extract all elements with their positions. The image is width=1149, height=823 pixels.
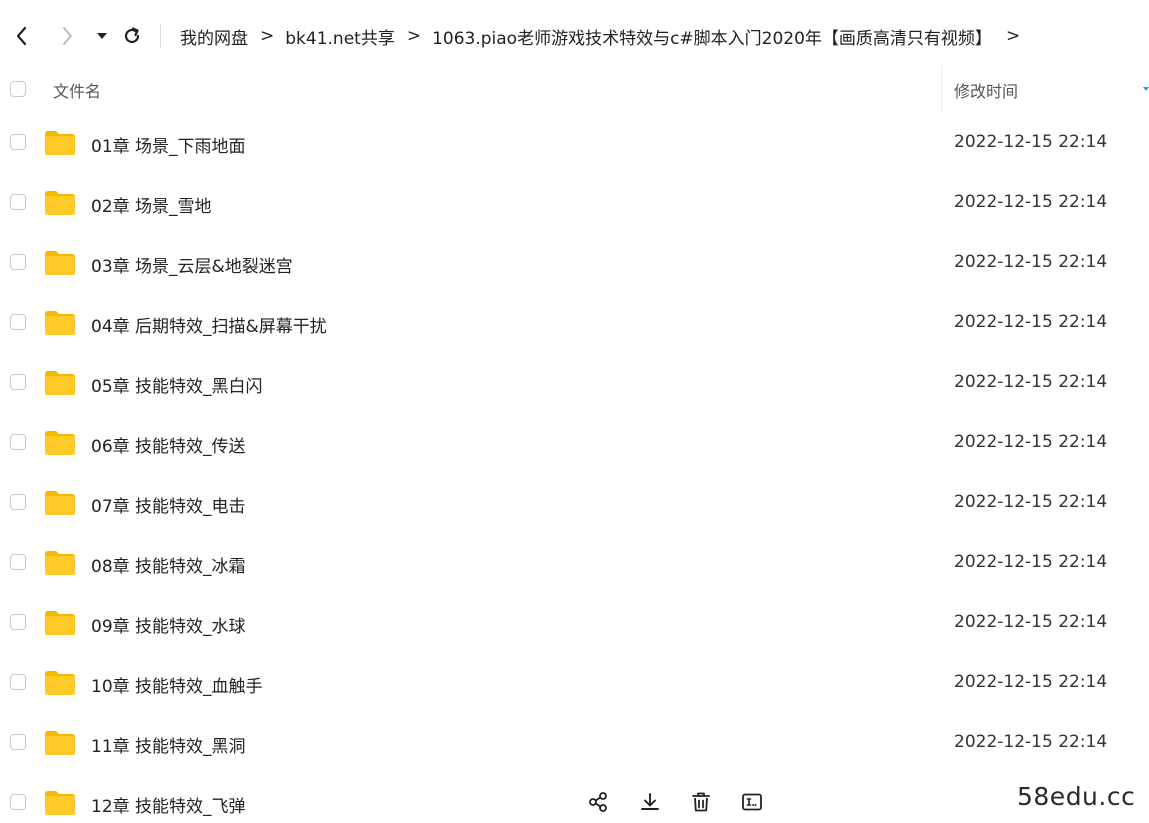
table-row[interactable]: 04章 后期特效_扫描&屏幕干扰 2022-12-15 22:14 xyxy=(0,293,1149,353)
file-modified-time: 2022-12-15 22:14 xyxy=(954,552,1108,572)
row-action-toolbar xyxy=(585,788,789,816)
file-modified-time: 2022-12-15 22:14 xyxy=(954,312,1108,332)
table-row[interactable]: 02章 场景_雪地 2022-12-15 22:14 xyxy=(0,173,1149,233)
folder-icon xyxy=(45,251,75,275)
file-modified-time: 2022-12-15 22:14 xyxy=(954,492,1108,512)
chevron-right-icon xyxy=(63,27,72,45)
folder-icon xyxy=(45,791,75,815)
folder-icon xyxy=(45,731,75,755)
row-checkbox[interactable] xyxy=(10,134,26,150)
table-row[interactable]: 05章 技能特效_黑白闪 2022-12-15 22:14 xyxy=(0,353,1149,413)
row-checkbox[interactable] xyxy=(10,314,26,330)
file-name[interactable]: 05章 技能特效_黑白闪 xyxy=(91,372,263,397)
file-list: 01章 场景_下雨地面 2022-12-15 22:14 02章 场景_雪地 2… xyxy=(0,113,1149,823)
caret-down-icon xyxy=(97,33,107,39)
rename-icon xyxy=(742,793,762,811)
table-row[interactable]: 01章 场景_下雨地面 2022-12-15 22:14 xyxy=(0,113,1149,173)
watermark-text: 58edu.cc xyxy=(1017,782,1136,811)
refresh-button[interactable] xyxy=(118,22,146,50)
folder-icon xyxy=(45,131,75,155)
file-name[interactable]: 02章 场景_雪地 xyxy=(91,192,212,217)
row-checkbox[interactable] xyxy=(10,374,26,390)
file-name[interactable]: 10章 技能特效_血触手 xyxy=(91,672,263,697)
table-row[interactable]: 12章 技能特效_飞弹 xyxy=(0,773,1149,823)
file-name[interactable]: 04章 后期特效_扫描&屏幕干扰 xyxy=(91,312,327,337)
file-name[interactable]: 11章 技能特效_黑洞 xyxy=(91,732,246,757)
table-header: 文件名 修改时间 xyxy=(0,62,1149,116)
delete-button[interactable] xyxy=(687,788,715,816)
row-checkbox[interactable] xyxy=(10,554,26,570)
breadcrumb-separator: > xyxy=(406,26,422,46)
file-name[interactable]: 03章 场景_云层&地裂迷宫 xyxy=(91,252,293,277)
table-row[interactable]: 08章 技能特效_冰霜 2022-12-15 22:14 xyxy=(0,533,1149,593)
row-checkbox[interactable] xyxy=(10,194,26,210)
file-modified-time: 2022-12-15 22:14 xyxy=(954,372,1108,392)
history-dropdown-button[interactable] xyxy=(88,22,116,50)
column-divider[interactable] xyxy=(941,66,942,112)
sort-indicator-icon[interactable] xyxy=(1143,86,1149,92)
file-browser: 我的网盘 > bk41.net共享 > 1063.piao老师游戏技术特效与c#… xyxy=(0,0,1149,823)
row-checkbox[interactable] xyxy=(10,614,26,630)
row-checkbox[interactable] xyxy=(10,434,26,450)
table-row[interactable]: 07章 技能特效_电击 2022-12-15 22:14 xyxy=(0,473,1149,533)
file-name[interactable]: 06章 技能特效_传送 xyxy=(91,432,246,457)
file-modified-time: 2022-12-15 22:14 xyxy=(954,672,1108,692)
table-row[interactable]: 10章 技能特效_血触手 2022-12-15 22:14 xyxy=(0,653,1149,713)
folder-icon xyxy=(45,671,75,695)
row-checkbox[interactable] xyxy=(10,674,26,690)
rename-button[interactable] xyxy=(738,788,766,816)
forward-button[interactable] xyxy=(53,22,81,50)
table-row[interactable]: 11章 技能特效_黑洞 2022-12-15 22:14 xyxy=(0,713,1149,773)
file-name[interactable]: 08章 技能特效_冰霜 xyxy=(91,552,246,577)
table-row[interactable]: 09章 技能特效_水球 2022-12-15 22:14 xyxy=(0,593,1149,653)
breadcrumb-separator: > xyxy=(1005,26,1021,46)
breadcrumb-separator: > xyxy=(260,26,275,46)
row-checkbox[interactable] xyxy=(10,254,26,270)
file-modified-time: 2022-12-15 22:14 xyxy=(954,252,1108,272)
back-button[interactable] xyxy=(8,22,36,50)
folder-icon xyxy=(45,191,75,215)
chevron-left-icon xyxy=(16,26,27,46)
delete-icon xyxy=(692,792,710,812)
column-header-modified[interactable]: 修改时间 xyxy=(954,78,1018,102)
file-modified-time: 2022-12-15 22:14 xyxy=(954,432,1108,452)
select-all-checkbox[interactable] xyxy=(10,81,26,97)
breadcrumb-item-current[interactable]: 1063.piao老师游戏技术特效与c#脚本入门2020年【画质高清只有视频】 xyxy=(432,24,992,49)
file-modified-time: 2022-12-15 22:14 xyxy=(954,732,1108,752)
download-button[interactable] xyxy=(636,788,664,816)
column-header-name[interactable]: 文件名 xyxy=(53,78,101,102)
share-button[interactable] xyxy=(585,788,613,816)
row-checkbox[interactable] xyxy=(10,734,26,750)
file-modified-time: 2022-12-15 22:14 xyxy=(954,612,1108,632)
refresh-icon xyxy=(124,27,140,44)
file-name[interactable]: 09章 技能特效_水球 xyxy=(91,612,246,637)
folder-icon xyxy=(45,311,75,335)
file-name[interactable]: 12章 技能特效_飞弹 xyxy=(91,792,246,817)
breadcrumb: 我的网盘 > bk41.net共享 > 1063.piao老师游戏技术特效与c#… xyxy=(180,22,1031,50)
file-modified-time: 2022-12-15 22:14 xyxy=(954,132,1108,152)
file-name[interactable]: 07章 技能特效_电击 xyxy=(91,492,246,517)
table-row[interactable]: 06章 技能特效_传送 2022-12-15 22:14 xyxy=(0,413,1149,473)
share-icon xyxy=(589,792,607,812)
folder-icon xyxy=(45,431,75,455)
folder-icon xyxy=(45,551,75,575)
folder-icon xyxy=(45,371,75,395)
table-row[interactable]: 03章 场景_云层&地裂迷宫 2022-12-15 22:14 xyxy=(0,233,1149,293)
breadcrumb-item-shared[interactable]: bk41.net共享 xyxy=(285,24,395,49)
nav-divider xyxy=(160,24,161,48)
file-modified-time: 2022-12-15 22:14 xyxy=(954,192,1108,212)
download-icon xyxy=(641,793,659,810)
folder-icon xyxy=(45,491,75,515)
folder-icon xyxy=(45,611,75,635)
row-checkbox[interactable] xyxy=(10,494,26,510)
file-name[interactable]: 01章 场景_下雨地面 xyxy=(91,132,246,157)
breadcrumb-item-root[interactable]: 我的网盘 xyxy=(180,24,248,49)
row-checkbox[interactable] xyxy=(10,794,26,810)
